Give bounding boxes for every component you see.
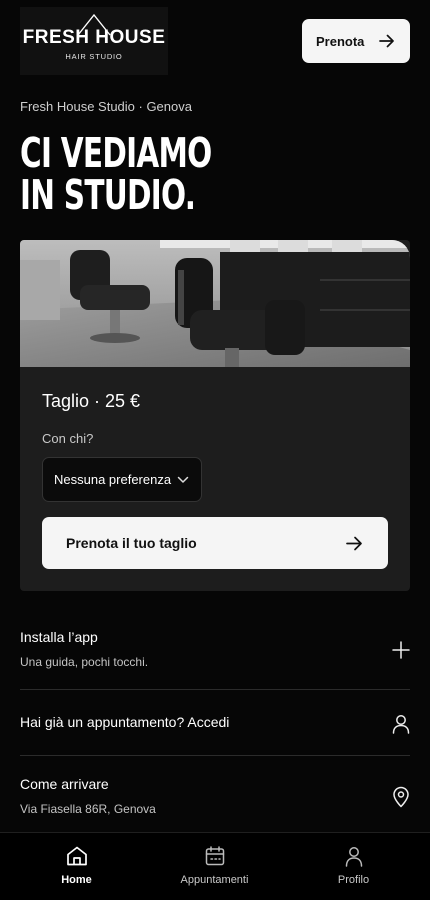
tab-home-label: Home — [61, 874, 92, 886]
install-app-title: Installa l’app — [20, 629, 98, 645]
header: FRESH HOUSE HAIR STUDIO Prenota — [20, 7, 410, 75]
directions-title: Come arrivare — [20, 776, 109, 792]
arrow-right-icon — [379, 34, 394, 48]
book-haircut-button[interactable]: Prenota il tuo taglio — [42, 517, 388, 569]
service-price: Taglio · 25 € — [42, 391, 141, 411]
hero-line-2: IN STUDIO. — [20, 171, 196, 219]
barber-select-label: Con chi? — [42, 431, 94, 446]
login-title: Hai già un appuntamento? Accedi — [20, 714, 230, 730]
home-icon — [66, 846, 87, 866]
directions-row[interactable]: Come arrivare Via Fiasella 86R, Genova — [20, 776, 410, 821]
user-icon — [345, 847, 362, 867]
tab-home[interactable]: Home — [5, 833, 148, 900]
studio-location: Fresh House Studio · Genova — [20, 99, 192, 114]
book-haircut-label: Prenota il tuo taglio — [66, 535, 197, 551]
install-app-subtitle: Una guida, pochi tocchi. — [20, 655, 149, 669]
barber-select[interactable]: Nessuna preferenza — [42, 457, 202, 502]
chevron-down-icon — [177, 476, 189, 483]
header-book-label: Prenota — [316, 33, 365, 49]
tab-profile[interactable]: Profilo — [282, 833, 425, 900]
divider — [20, 755, 410, 756]
brand-subtitle: HAIR STUDIO — [65, 52, 123, 61]
plus-icon — [392, 641, 410, 659]
login-row[interactable]: Hai già un appuntamento? Accedi — [20, 714, 410, 736]
brand-name: FRESH HOUSE — [22, 27, 166, 48]
arrow-right-icon — [346, 536, 362, 550]
directions-address: Via Fiasella 86R, Genova — [20, 802, 156, 816]
hero-line-1: CI VEDIAMO — [20, 129, 212, 177]
user-icon — [392, 715, 410, 734]
studio-photo — [20, 240, 410, 367]
hero-title: CI VEDIAMO IN STUDIO. — [20, 132, 212, 216]
booking-card: Taglio · 25 € Con chi? Nessuna preferenz… — [20, 240, 410, 591]
divider — [20, 689, 410, 690]
install-app-row[interactable]: Installa l’app Una guida, pochi tocchi. — [20, 629, 410, 674]
tab-profile-label: Profilo — [337, 874, 370, 886]
studio-photo-illustration — [20, 240, 410, 367]
map-pin-icon — [393, 786, 409, 808]
calendar-icon — [205, 846, 224, 866]
tab-appointments[interactable]: Appuntamenti — [143, 833, 286, 900]
bottom-tab-bar: Home Appuntamenti Profilo — [0, 832, 430, 900]
barber-select-value: Nessuna preferenza — [54, 472, 172, 487]
tab-appointments-label: Appuntamenti — [180, 874, 249, 886]
header-book-button[interactable]: Prenota — [302, 19, 410, 63]
brand-logo[interactable]: FRESH HOUSE HAIR STUDIO — [20, 7, 168, 75]
